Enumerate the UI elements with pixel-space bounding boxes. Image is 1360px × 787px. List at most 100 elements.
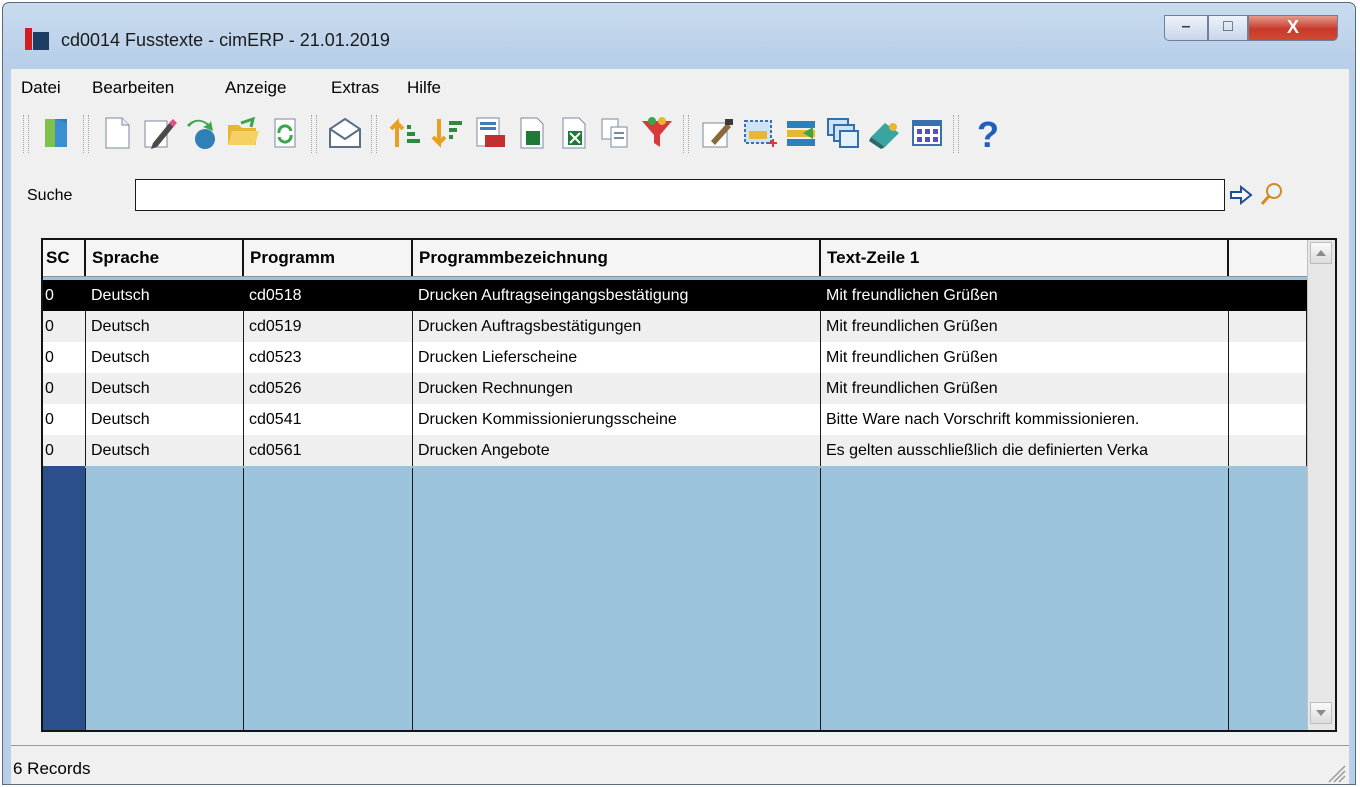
mail-button[interactable]	[325, 113, 365, 153]
table-row[interactable]: 0 Deutsch cd0526 Drucken Rechnungen Mit …	[43, 373, 1307, 404]
column-divider	[1228, 468, 1229, 730]
filter-funnel-icon	[642, 117, 672, 147]
menu-bar: Datei Bearbeiten Anzeige Extras Hilfe	[11, 69, 1349, 106]
search-go-arrow-icon[interactable]	[1229, 185, 1253, 205]
sort-descending-button[interactable]	[427, 113, 467, 153]
cell-programm: cd0541	[244, 404, 413, 435]
title-bar[interactable]: cd0014 Fusstexte - cimERP - 21.01.2019 –…	[3, 3, 1355, 69]
select-area-button[interactable]	[739, 113, 779, 153]
open-button[interactable]	[223, 113, 263, 153]
column-header-empty	[1229, 240, 1307, 276]
vertical-scrollbar[interactable]	[1307, 240, 1335, 730]
sort-ascending-button[interactable]	[385, 113, 425, 153]
cell-empty	[1229, 404, 1307, 435]
cell-empty	[1229, 342, 1307, 373]
export-icon	[520, 117, 544, 149]
settings-edit-button[interactable]	[697, 113, 737, 153]
toolbar-separator	[371, 115, 377, 153]
column-divider	[243, 468, 244, 730]
column-header-programmbezeichnung[interactable]: Programmbezeichnung	[413, 240, 821, 276]
settings-edit-icon	[702, 119, 733, 148]
exit-button[interactable]	[37, 113, 77, 153]
column-header-programm[interactable]: Programm	[244, 240, 413, 276]
sort-ascending-icon	[389, 118, 420, 147]
export-button[interactable]	[511, 113, 551, 153]
windows-icon	[827, 118, 859, 148]
copy-record-icon	[187, 119, 215, 149]
menu-extras[interactable]: Extras	[331, 78, 379, 98]
copy-pages-button[interactable]	[595, 113, 635, 153]
column-divider	[820, 468, 821, 730]
grid-view-button[interactable]	[907, 113, 947, 153]
cell-sprache: Deutsch	[86, 311, 244, 342]
cell-sc: 0	[43, 373, 86, 404]
cell-programmbezeichnung: Drucken Rechnungen	[413, 373, 821, 404]
minimize-button[interactable]: –	[1164, 15, 1208, 41]
windows-button[interactable]	[823, 113, 863, 153]
scroll-down-button[interactable]	[1310, 702, 1332, 724]
select-area-icon	[744, 120, 777, 147]
copy-record-button[interactable]	[181, 113, 221, 153]
resize-grip-icon[interactable]	[1325, 762, 1347, 784]
column-header-sc[interactable]: SC	[43, 240, 86, 276]
menu-hilfe[interactable]: Hilfe	[407, 78, 441, 98]
new-button[interactable]	[97, 113, 137, 153]
toolbar-grip[interactable]	[23, 115, 29, 153]
grid-header: SC Sprache Programm Programmbezeichnung …	[43, 240, 1307, 277]
arrow-down-icon	[1316, 710, 1326, 716]
cell-programmbezeichnung: Drucken Lieferscheine	[413, 342, 821, 373]
numbering-button[interactable]	[469, 113, 509, 153]
cell-programm: cd0523	[244, 342, 413, 373]
help-button[interactable]: ?	[967, 113, 1007, 153]
table-row[interactable]: 0 Deutsch cd0519 Drucken Auftragsbestäti…	[43, 311, 1307, 342]
transfer-icon	[787, 121, 815, 146]
cell-empty	[1229, 280, 1307, 311]
copy-pages-icon	[601, 118, 628, 148]
cell-programm: cd0519	[244, 311, 413, 342]
exit-door-icon	[45, 119, 67, 147]
cell-sc: 0	[43, 404, 86, 435]
cell-programmbezeichnung: Drucken Auftragsbestätigungen	[413, 311, 821, 342]
cell-text-zeile-1: Mit freundlichen Grüßen	[821, 280, 1229, 311]
edit-pencil-icon	[144, 119, 177, 149]
search-input[interactable]	[135, 179, 1225, 211]
refresh-icon	[274, 118, 296, 148]
filter-button[interactable]	[637, 113, 677, 153]
toolbar-separator	[311, 115, 317, 153]
new-document-icon	[105, 117, 130, 149]
eraser-button[interactable]	[865, 113, 905, 153]
column-header-text-zeile-1[interactable]: Text-Zeile 1	[821, 240, 1229, 276]
cell-text-zeile-1: Mit freundlichen Grüßen	[821, 342, 1229, 373]
excel-export-icon	[562, 117, 586, 149]
search-bar: Suche	[11, 165, 1349, 222]
toolbar-separator	[83, 115, 89, 153]
table-row[interactable]: 0 Deutsch cd0541 Drucken Kommissionierun…	[43, 404, 1307, 435]
cell-programm: cd0526	[244, 373, 413, 404]
menu-bearbeiten[interactable]: Bearbeiten	[92, 78, 174, 98]
cell-sc: 0	[43, 311, 86, 342]
status-bar: 6 Records	[11, 745, 1349, 784]
table-row[interactable]: 0 Deutsch cd0523 Drucken Lieferscheine M…	[43, 342, 1307, 373]
scroll-up-button[interactable]	[1310, 242, 1332, 264]
minimize-icon: –	[1181, 18, 1191, 35]
menu-anzeige[interactable]: Anzeige	[225, 78, 286, 98]
edit-button[interactable]	[139, 113, 179, 153]
cell-sc: 0	[43, 280, 86, 311]
excel-export-button[interactable]	[553, 113, 593, 153]
close-button[interactable]: X	[1248, 15, 1338, 41]
transfer-button[interactable]	[781, 113, 821, 153]
open-folder-icon	[228, 116, 259, 145]
cell-text-zeile-1: Mit freundlichen Grüßen	[821, 311, 1229, 342]
refresh-button[interactable]	[265, 113, 305, 153]
svg-text:?: ?	[977, 115, 999, 151]
magnifier-icon[interactable]	[1259, 181, 1285, 207]
table-row[interactable]: 0 Deutsch cd0561 Drucken Angebote Es gel…	[43, 435, 1307, 466]
data-grid[interactable]: SC Sprache Programm Programmbezeichnung …	[41, 238, 1337, 732]
column-header-sprache[interactable]: Sprache	[86, 240, 244, 276]
menu-datei[interactable]: Datei	[21, 78, 61, 98]
cell-sprache: Deutsch	[86, 342, 244, 373]
column-divider	[85, 468, 86, 730]
app-window: cd0014 Fusstexte - cimERP - 21.01.2019 –…	[2, 2, 1356, 785]
maximize-button[interactable]: □	[1208, 15, 1248, 41]
table-row[interactable]: 0 Deutsch cd0518 Drucken Auftragseingang…	[43, 280, 1307, 311]
